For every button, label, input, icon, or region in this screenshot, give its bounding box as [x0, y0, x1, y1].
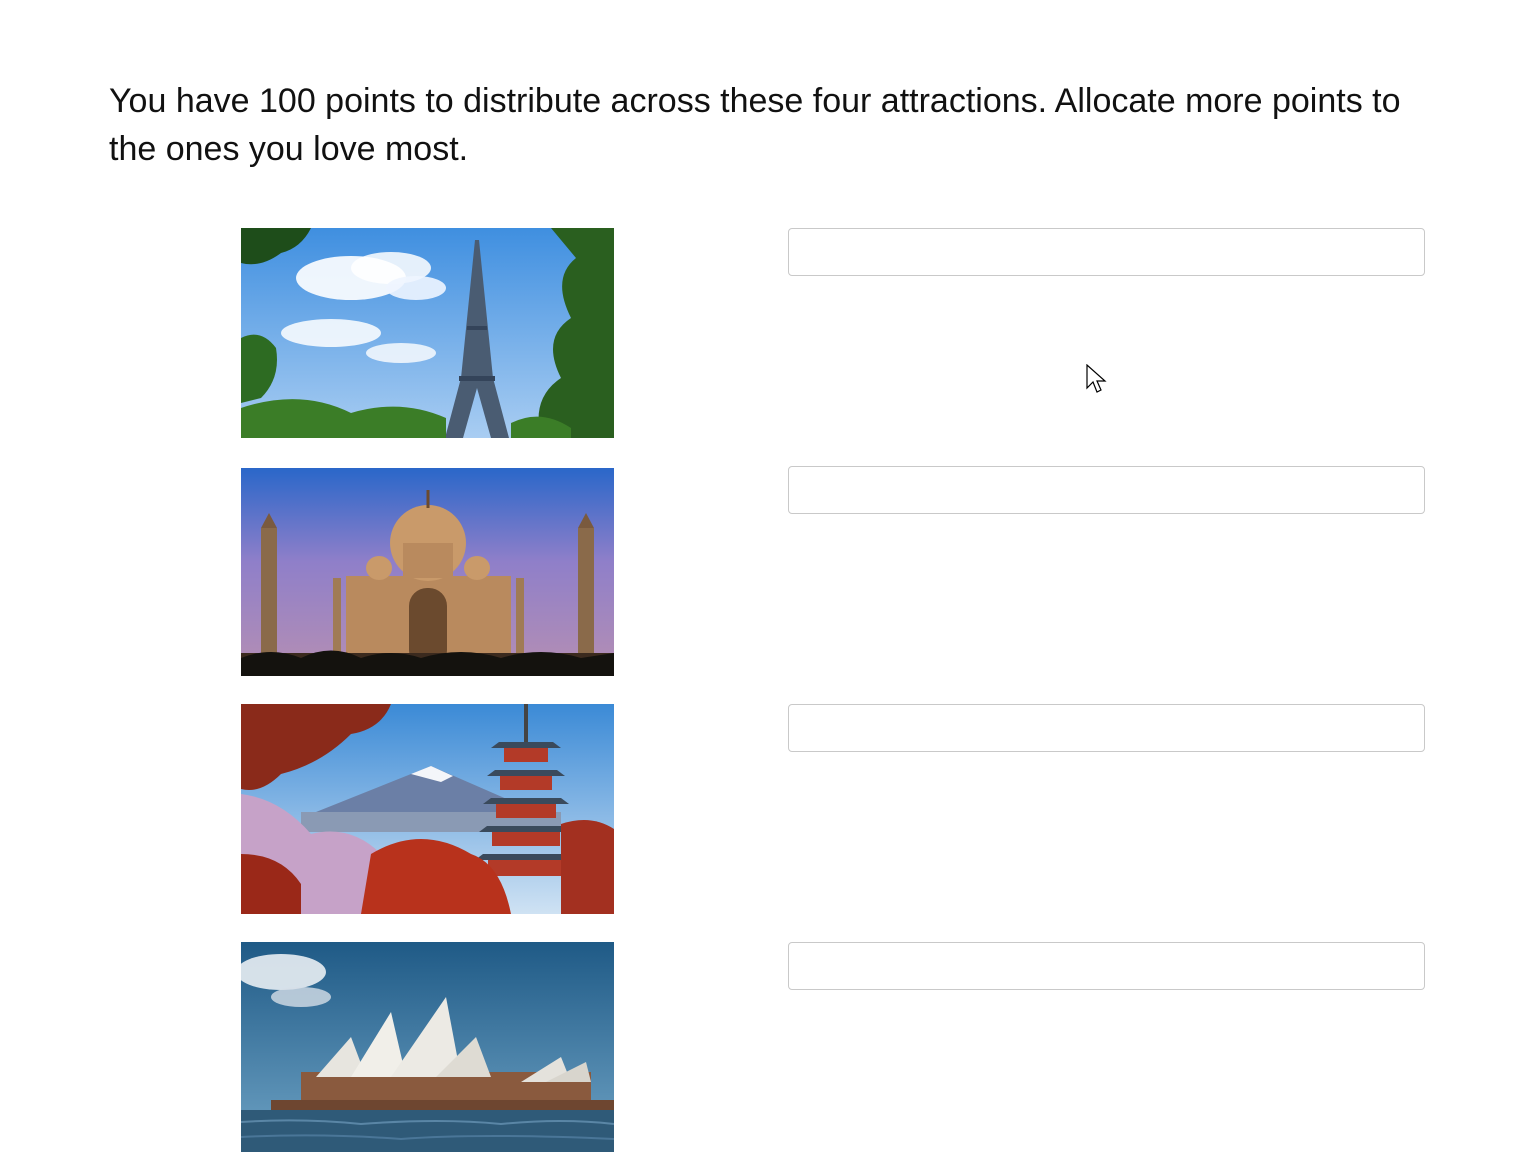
taj-mahal-image [241, 467, 614, 677]
mouse-pointer-icon [1086, 364, 1107, 393]
points-input-mount-fuji[interactable] [788, 704, 1425, 752]
sydney-opera-house-image [241, 942, 614, 1152]
attraction-row-taj-mahal [0, 466, 1538, 677]
attraction-row-eiffel-tower [0, 228, 1538, 438]
question-text: You have 100 points to distribute across… [109, 82, 1401, 168]
attraction-row-sydney-opera-house [0, 942, 1538, 1152]
points-input-eiffel-tower[interactable] [788, 228, 1425, 276]
points-input-taj-mahal[interactable] [788, 466, 1425, 514]
points-input-sydney-opera-house[interactable] [788, 942, 1425, 990]
mount-fuji-pagoda-image [241, 704, 614, 914]
attraction-row-mount-fuji [0, 704, 1538, 914]
eiffel-tower-image [241, 228, 614, 438]
